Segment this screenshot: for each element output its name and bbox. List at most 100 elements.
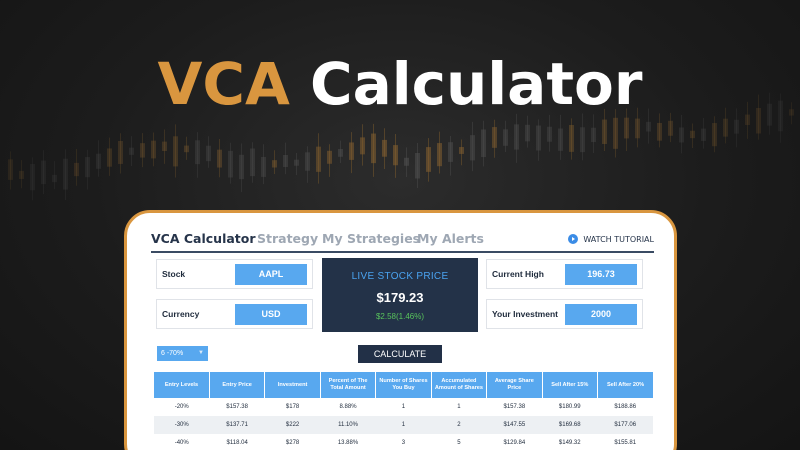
candle-body — [514, 124, 519, 150]
tab-my-strategies[interactable]: My Strategies — [322, 231, 420, 246]
results-table: Entry Levels Entry Price Investment Perc… — [154, 372, 653, 450]
table-cell: 8.88% — [320, 398, 376, 416]
candle-body — [195, 140, 200, 165]
chevron-down-icon: ▼ — [198, 350, 204, 356]
investment-field: Your Investment 2000 — [486, 299, 643, 329]
table-cell: -40% — [154, 434, 210, 450]
current-high-field: Current High 196.73 — [486, 259, 643, 289]
table-header: Average Share Price — [486, 372, 543, 398]
candle-body — [437, 143, 442, 167]
candle-body — [481, 129, 486, 158]
live-stock-price-panel: LIVE STOCK PRICE $179.23 $2.58(1.46%) — [322, 258, 478, 332]
candle-body — [448, 142, 453, 162]
tab-strategy[interactable]: Strategy — [257, 231, 318, 246]
table-cell: 1 — [431, 398, 487, 416]
candle-body — [85, 157, 90, 178]
table-cell: $278 — [264, 434, 321, 450]
candle-body — [492, 127, 497, 148]
tab-vca-calculator[interactable]: VCA Calculator — [151, 231, 256, 246]
candle-body — [184, 145, 189, 153]
table-cell: $149.32 — [542, 434, 598, 450]
watch-tutorial-link[interactable]: WATCH TUTORIAL — [568, 234, 654, 244]
table-row: -40% $118.04 $278 13.88% 3 5 $129.84 $14… — [154, 434, 653, 450]
table-cell: $118.04 — [209, 434, 265, 450]
table-cell: $157.38 — [209, 398, 265, 416]
table-cell: 1 — [375, 398, 432, 416]
candle-body — [19, 170, 24, 179]
candle-body — [74, 162, 79, 177]
table-cell: $155.81 — [597, 434, 653, 450]
tab-my-alerts[interactable]: My Alerts — [417, 231, 484, 246]
hero-title-main: Calculator — [310, 50, 643, 118]
table-cell: -20% — [154, 398, 210, 416]
candle-body — [129, 147, 134, 155]
candle-body — [712, 123, 717, 147]
candle-body — [404, 157, 409, 166]
candle-body — [668, 120, 673, 136]
candle-body — [635, 118, 640, 139]
candle-body — [547, 126, 552, 142]
play-icon — [568, 234, 579, 244]
candle-body — [272, 160, 277, 168]
investment-label: Your Investment — [492, 309, 558, 319]
candle-body — [349, 142, 354, 160]
candle-body — [646, 121, 651, 132]
candle-body — [679, 127, 684, 143]
table-cell: 13.88% — [320, 434, 376, 450]
table-cell: 2 — [431, 416, 487, 434]
candle-body — [140, 143, 145, 158]
stock-input[interactable]: AAPL — [235, 264, 307, 285]
table-cell: $180.99 — [542, 398, 598, 416]
candle-body — [525, 124, 530, 142]
table-header-row: Entry Levels Entry Price Investment Perc… — [154, 372, 653, 398]
candle-body — [30, 163, 35, 191]
currency-select[interactable]: USD — [235, 304, 307, 325]
current-high-value[interactable]: 196.73 — [565, 264, 637, 285]
candle-body — [393, 145, 398, 166]
table-cell: $147.55 — [486, 416, 543, 434]
candle-body — [382, 139, 387, 157]
candle-body — [96, 153, 101, 169]
candle-body — [371, 133, 376, 164]
stock-field: Stock AAPL — [156, 259, 313, 289]
table-cell: $129.84 — [486, 434, 543, 450]
table-header: Entry Price — [208, 372, 265, 398]
candle-body — [118, 140, 123, 164]
candle-body — [426, 147, 431, 172]
candle-body — [657, 122, 662, 141]
candle-body — [624, 117, 629, 139]
candle-body — [261, 156, 266, 177]
table-header: Percent of The Total Amount — [319, 372, 376, 398]
candle-body — [503, 129, 508, 146]
candle-body — [173, 136, 178, 167]
table-header: Sell After 20% — [597, 372, 653, 398]
candle-body — [63, 158, 68, 190]
table-cell: $188.86 — [597, 398, 653, 416]
watch-tutorial-label: WATCH TUTORIAL — [583, 235, 654, 244]
investment-input[interactable]: 2000 — [565, 304, 637, 325]
table-cell: $169.68 — [542, 416, 598, 434]
calculate-button[interactable]: CALCULATE — [358, 345, 442, 363]
range-select[interactable]: 6 -70% ▼ — [157, 346, 208, 361]
candle-body — [162, 141, 167, 152]
candle-body — [217, 149, 222, 168]
candle-body — [151, 140, 156, 159]
currency-label: Currency — [162, 309, 200, 319]
table-row: -20% $157.38 $178 8.88% 1 1 $157.38 $180… — [154, 398, 653, 416]
candle-body — [613, 117, 618, 149]
candle-body — [536, 125, 541, 151]
table-cell: 3 — [375, 434, 432, 450]
live-price-title: LIVE STOCK PRICE — [351, 271, 449, 282]
tab-bar: VCA Calculator Strategy My Strategies My… — [151, 231, 654, 253]
table-cell: -30% — [154, 416, 210, 434]
table-header: Sell After 15% — [541, 372, 598, 398]
live-price-change: $2.58(1.46%) — [375, 312, 425, 321]
table-cell: $177.06 — [597, 416, 653, 434]
candle-body — [294, 159, 299, 166]
hero-title-accent: VCA — [157, 50, 290, 118]
candle-body — [8, 159, 13, 180]
candle-body — [327, 150, 332, 164]
stock-label: Stock — [162, 269, 186, 279]
table-cell: $222 — [264, 416, 321, 434]
table-header: Number of Shares You Buy — [375, 372, 432, 398]
